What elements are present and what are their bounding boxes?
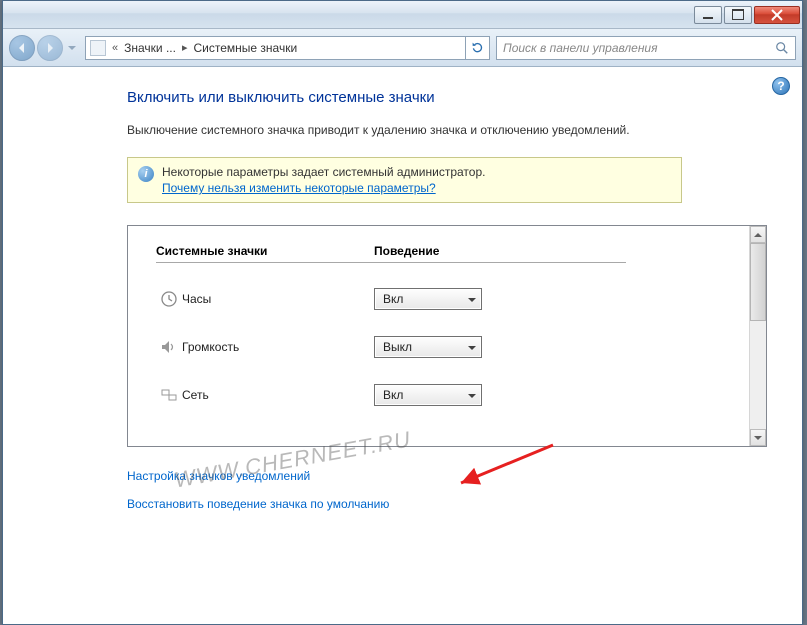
location-icon [90, 40, 106, 56]
table-row: Сеть Вкл [156, 371, 739, 419]
search-input[interactable]: Поиск в панели управления [496, 36, 796, 60]
content-area: ? Включить или выключить системные значк… [3, 67, 802, 624]
scroll-track[interactable] [750, 243, 766, 429]
nav-history-dropdown[interactable] [65, 36, 79, 60]
breadcrumb-bar[interactable]: « Значки ... ▸ Системные значки [85, 36, 466, 60]
breadcrumb-item-1[interactable]: Значки ... [124, 41, 176, 55]
clock-icon [156, 290, 182, 308]
select-value: Выкл [383, 340, 412, 354]
system-icons-panel: Системные значки Поведение Часы Вкл [127, 225, 767, 447]
search-placeholder: Поиск в панели управления [503, 41, 658, 55]
panel-body: Системные значки Поведение Часы Вкл [128, 226, 749, 446]
nav-arrows [9, 35, 79, 61]
footer-links: Настройка значков уведомлений Восстанови… [127, 469, 766, 511]
behavior-select-network[interactable]: Вкл [374, 384, 482, 406]
notice-text: Некоторые параметры задает системный адм… [162, 165, 485, 179]
notice-link[interactable]: Почему нельзя изменить некоторые парамет… [162, 181, 436, 195]
info-icon: i [138, 166, 154, 182]
breadcrumb-chev-left: « [110, 42, 120, 54]
navigation-bar: « Значки ... ▸ Системные значки Поиск в … [3, 29, 802, 67]
select-value: Вкл [383, 388, 403, 402]
link-customize-icons[interactable]: Настройка значков уведомлений [127, 469, 766, 483]
back-button[interactable] [9, 35, 35, 61]
scroll-up-button[interactable] [750, 226, 766, 243]
maximize-button[interactable] [724, 6, 752, 24]
behavior-select-volume[interactable]: Выкл [374, 336, 482, 358]
page-title: Включить или выключить системные значки [127, 89, 766, 106]
volume-icon [156, 338, 182, 356]
minimize-button[interactable] [694, 6, 722, 24]
select-value: Вкл [383, 292, 403, 306]
row-label: Сеть [182, 388, 374, 402]
panel-scrollbar[interactable] [749, 226, 766, 446]
row-label: Часы [182, 292, 374, 306]
help-icon[interactable]: ? [772, 77, 790, 95]
chevron-down-icon [467, 342, 477, 352]
scroll-thumb[interactable] [750, 243, 766, 321]
control-panel-window: « Значки ... ▸ Системные значки Поиск в … [2, 0, 803, 625]
breadcrumb-item-2[interactable]: Системные значки [193, 41, 297, 55]
chevron-down-icon [467, 390, 477, 400]
breadcrumb-sep-1: ▸ [180, 41, 190, 54]
close-button[interactable] [754, 6, 800, 24]
header-system-icons: Системные значки [156, 244, 374, 258]
header-behavior: Поведение [374, 244, 439, 258]
table-header-row: Системные значки Поведение [156, 244, 739, 258]
refresh-button[interactable] [466, 36, 490, 60]
link-restore-defaults[interactable]: Восстановить поведение значка по умолчан… [127, 497, 766, 511]
search-icon [775, 41, 789, 55]
page-description: Выключение системного значка приводит к … [127, 122, 667, 139]
table-row: Громкость Выкл [156, 323, 739, 371]
window-titlebar [3, 1, 802, 29]
network-icon [156, 386, 182, 404]
behavior-select-clock[interactable]: Вкл [374, 288, 482, 310]
admin-notice: i Некоторые параметры задает системный а… [127, 157, 682, 203]
row-label: Громкость [182, 340, 374, 354]
header-underline [156, 262, 626, 263]
scroll-down-button[interactable] [750, 429, 766, 446]
table-row: Часы Вкл [156, 275, 739, 323]
forward-button[interactable] [37, 35, 63, 61]
chevron-down-icon [467, 294, 477, 304]
